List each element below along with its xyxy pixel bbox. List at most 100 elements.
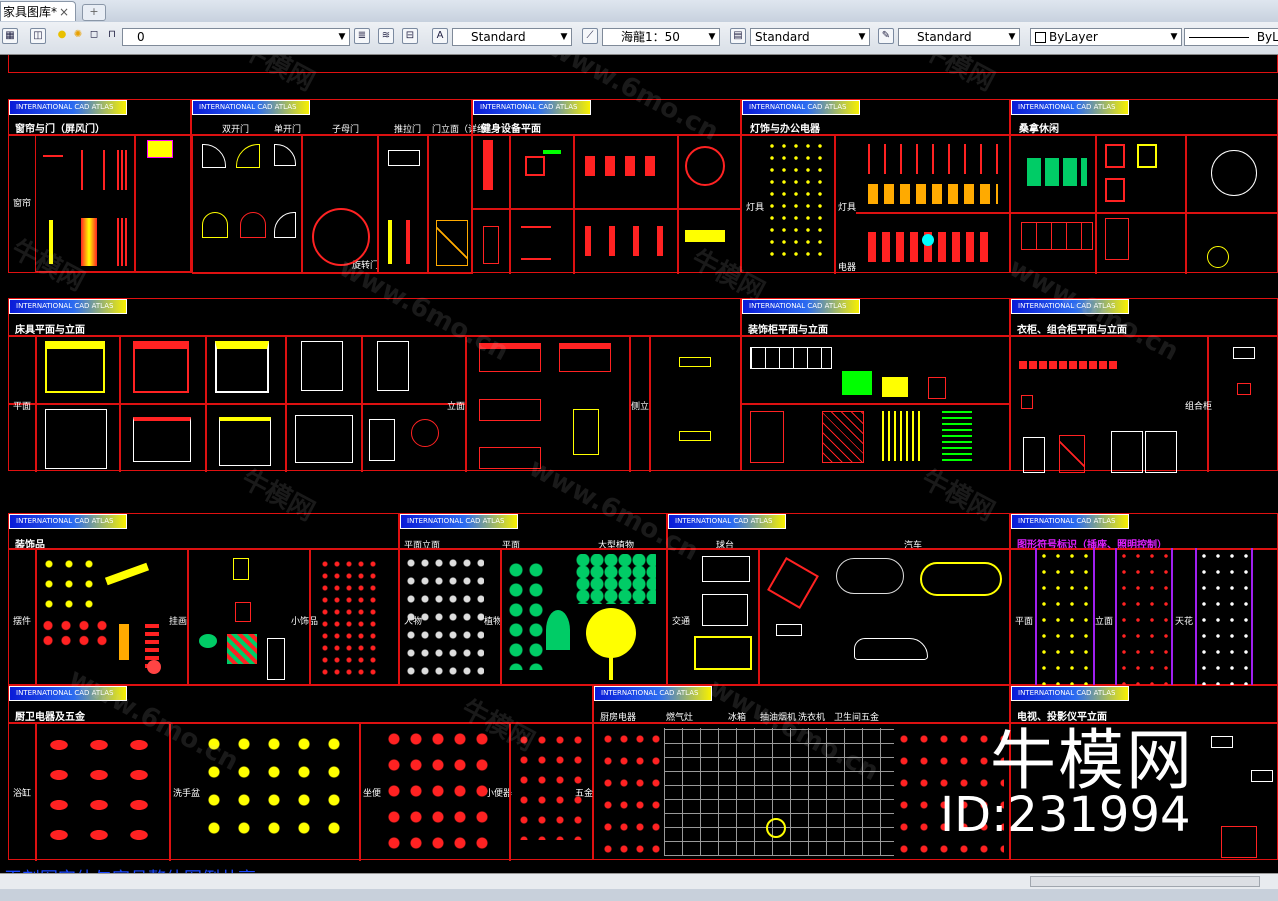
layer-dropdown[interactable]: 0 ▼ bbox=[122, 28, 350, 46]
door-swing-icon bbox=[202, 212, 228, 238]
curtain-elev-icon bbox=[49, 220, 53, 264]
lock-icon[interactable]: ⊓ bbox=[104, 28, 120, 44]
sliding-door-elev-icon bbox=[388, 220, 392, 264]
dim-style-icon[interactable]: ⟋ bbox=[582, 28, 598, 44]
art-panel-icon bbox=[267, 638, 285, 680]
curtain-icon bbox=[81, 150, 105, 190]
single-bed-plan-icon bbox=[377, 341, 409, 391]
sheet-doors: INTERNATIONAL CAD ATLAS 双开门 单开门 子母门 推拉门 … bbox=[191, 99, 495, 274]
row-label: 小饰品 bbox=[291, 617, 319, 627]
text-style-icon[interactable]: A bbox=[432, 28, 448, 44]
row-label: 平面 bbox=[1015, 617, 1034, 627]
treadmill-icon bbox=[483, 140, 493, 190]
plant-elev-icon bbox=[750, 411, 784, 463]
divider bbox=[758, 548, 760, 686]
sheet-wardrobes: INTERNATIONAL CAD ATLAS 衣柜、组合柜平面与立面 组合柜 bbox=[1010, 298, 1278, 473]
cabinet-elev-icon bbox=[882, 411, 922, 461]
row-label: 浴缸 bbox=[13, 789, 32, 799]
multi-gym-icon bbox=[685, 146, 725, 186]
sink-grid-icon bbox=[199, 730, 349, 850]
tab-drawing[interactable]: 家具图库* × bbox=[0, 1, 76, 21]
car-plan-icon bbox=[920, 562, 1002, 596]
symbol-column bbox=[1115, 548, 1173, 686]
sauna-icon bbox=[1137, 144, 1157, 168]
multileader-style-icon[interactable]: ✎ bbox=[878, 28, 894, 44]
divider bbox=[9, 548, 400, 550]
divider bbox=[1011, 335, 1278, 337]
horizontal-scrollbar[interactable] bbox=[0, 873, 1278, 890]
table-style-icon[interactable]: ▤ bbox=[730, 28, 746, 44]
double-bed-plan-icon bbox=[45, 341, 105, 393]
vase-icon bbox=[928, 377, 946, 399]
sheet-title: 装饰柜平面与立面 bbox=[748, 325, 828, 336]
sheet-header-bar: INTERNATIONAL CAD ATLAS bbox=[9, 514, 127, 529]
new-tab-button[interactable]: + bbox=[82, 4, 106, 21]
properties-toolbar: ▦ ◫ ● ✺ ◻ ⊓ 0 ▼ ≣ ≋ ⊟ A Standard ▼ ⟋ 海龍1… bbox=[0, 22, 1278, 55]
linetype-value: ByLa bbox=[1256, 30, 1278, 44]
layer-previous-icon[interactable]: ⊟ bbox=[402, 28, 418, 44]
divider bbox=[1185, 134, 1187, 274]
art-panel-icon bbox=[227, 634, 257, 664]
dim-style-value: 海龍1：50 bbox=[621, 30, 680, 44]
table-style-dropdown[interactable]: Standard ▼ bbox=[750, 28, 870, 46]
multileader-style-value: Standard bbox=[917, 30, 972, 44]
divider bbox=[677, 134, 679, 274]
round-bed-icon bbox=[411, 419, 439, 447]
divider bbox=[668, 548, 1011, 550]
divider bbox=[649, 335, 651, 472]
bed-side-icon bbox=[679, 431, 711, 441]
car-elevation-icon bbox=[854, 638, 928, 660]
divider bbox=[465, 335, 467, 472]
layer-state-icon[interactable]: ◫ bbox=[30, 28, 46, 44]
sheet-symbols: INTERNATIONAL CAD ATLAS 图形符号标识（插座、照明控制） … bbox=[1010, 513, 1278, 686]
match-layer-icon[interactable]: ≋ bbox=[378, 28, 394, 44]
wardrobe-plan-icon bbox=[1021, 395, 1033, 409]
lightbulb-icon[interactable]: ● bbox=[54, 28, 70, 44]
sauna-icon bbox=[1105, 144, 1125, 168]
sheet-title: 衣柜、组合柜平面与立面 bbox=[1017, 325, 1127, 336]
curtain-rod-icon bbox=[43, 155, 63, 157]
sheet-vehicles: INTERNATIONAL CAD ATLAS 球台 汽车 交通 bbox=[667, 513, 1011, 686]
curtain-elev-icon bbox=[81, 218, 97, 266]
sun-icon[interactable]: ✺ bbox=[70, 28, 86, 44]
wardrobe-elev-icon bbox=[1023, 437, 1045, 473]
divider bbox=[1011, 212, 1278, 214]
dim-style-dropdown[interactable]: 海龍1：50 ▼ bbox=[602, 28, 720, 46]
frame-icon bbox=[235, 602, 251, 622]
sheet-header-bar: INTERNATIONAL CAD ATLAS bbox=[1011, 686, 1129, 701]
jacuzzi-icon bbox=[1211, 150, 1257, 196]
ornament-icon bbox=[39, 554, 99, 614]
scroll-thumb[interactable] bbox=[1030, 876, 1260, 887]
layer-manager-icon[interactable]: ▦ bbox=[2, 28, 18, 44]
sheet-bathroom: INTERNATIONAL CAD ATLAS 厨卫电器及五金 浴缸 洗手盆 坐… bbox=[8, 685, 594, 861]
close-tab-icon[interactable]: × bbox=[59, 2, 69, 22]
color-dropdown[interactable]: ByLayer ▼ bbox=[1030, 28, 1182, 46]
chevron-down-icon: ▼ bbox=[858, 32, 866, 42]
text-style-dropdown[interactable]: Standard ▼ bbox=[452, 28, 572, 46]
chevron-down-icon: ▼ bbox=[1170, 32, 1178, 42]
freeze-icon[interactable]: ◻ bbox=[86, 28, 102, 44]
row-label: 交通 bbox=[672, 617, 691, 627]
pool-table-icon bbox=[702, 556, 750, 582]
linetype-dropdown[interactable]: ByLa bbox=[1184, 28, 1278, 46]
car-icon bbox=[776, 624, 802, 636]
cabinet-elev-icon bbox=[822, 411, 864, 463]
divider bbox=[309, 548, 311, 686]
row-label: 挂画 bbox=[169, 617, 188, 627]
multileader-style-dropdown[interactable]: Standard ▼ bbox=[898, 28, 1020, 46]
drawing-canvas[interactable]: INTERNATIONAL CAD ATLAS 窗帘与门（屏风门） 窗帘 INT… bbox=[0, 55, 1278, 873]
plant-icon bbox=[546, 610, 570, 650]
bed-elevation-icon bbox=[559, 343, 611, 372]
sheet-header-bar: INTERNATIONAL CAD ATLAS bbox=[9, 299, 127, 314]
symbol-column bbox=[1195, 548, 1253, 686]
divider bbox=[509, 134, 511, 274]
divider bbox=[9, 403, 465, 405]
row-label: 坐便 bbox=[363, 789, 382, 799]
row-label: 立面 bbox=[1095, 617, 1114, 627]
row-label: 侧立 bbox=[631, 402, 650, 412]
make-current-icon[interactable]: ≣ bbox=[354, 28, 370, 44]
car-plan-icon bbox=[836, 558, 904, 594]
wardrobe-elev-icon bbox=[1111, 431, 1143, 473]
sheet-fitness: INTERNATIONAL CAD ATLAS 健身设备平面 bbox=[472, 99, 742, 274]
row-label: 组合柜 bbox=[1185, 402, 1213, 412]
